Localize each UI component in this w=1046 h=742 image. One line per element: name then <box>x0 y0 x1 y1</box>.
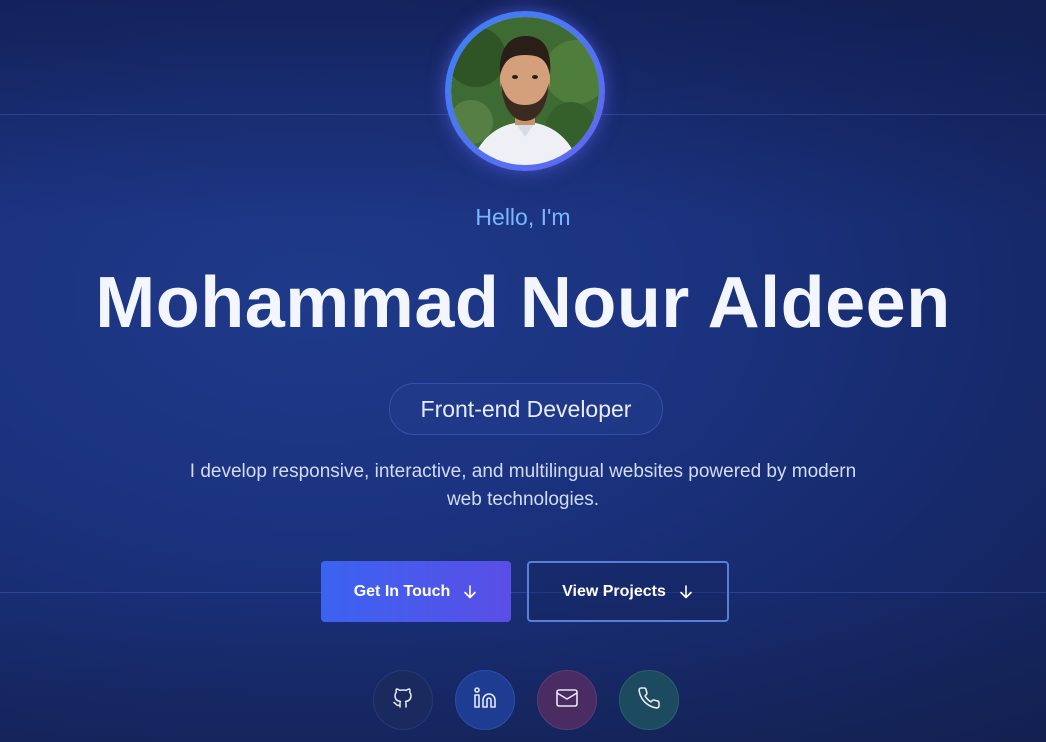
hero-name: Mohammad Nour Aldeen <box>95 263 951 343</box>
get-in-touch-label: Get In Touch <box>353 582 451 600</box>
avatar-portrait <box>451 17 599 165</box>
hero-description: I develop responsive, interactive, and m… <box>189 461 857 510</box>
github-link[interactable] <box>373 670 433 730</box>
linkedin-icon <box>473 686 497 715</box>
phone-link[interactable] <box>619 670 679 730</box>
get-in-touch-button[interactable]: Get In Touch <box>321 561 511 622</box>
linkedin-link[interactable] <box>455 670 515 730</box>
github-icon <box>391 686 415 715</box>
avatar-ring <box>445 11 605 171</box>
view-projects-button[interactable]: View Projects <box>527 561 729 622</box>
greeting-text: Hello, I'm <box>475 204 571 230</box>
mail-icon <box>555 686 579 715</box>
view-projects-label: View Projects <box>562 582 666 600</box>
phone-icon <box>637 686 661 715</box>
role-badge: Front-end Developer <box>389 383 663 435</box>
arrow-down-icon <box>462 584 478 605</box>
arrow-down-icon <box>678 584 694 605</box>
avatar <box>451 17 599 165</box>
email-link[interactable] <box>537 670 597 730</box>
hero-section: Hello, I'm Mohammad Nour Aldeen Front-en… <box>0 0 1046 742</box>
